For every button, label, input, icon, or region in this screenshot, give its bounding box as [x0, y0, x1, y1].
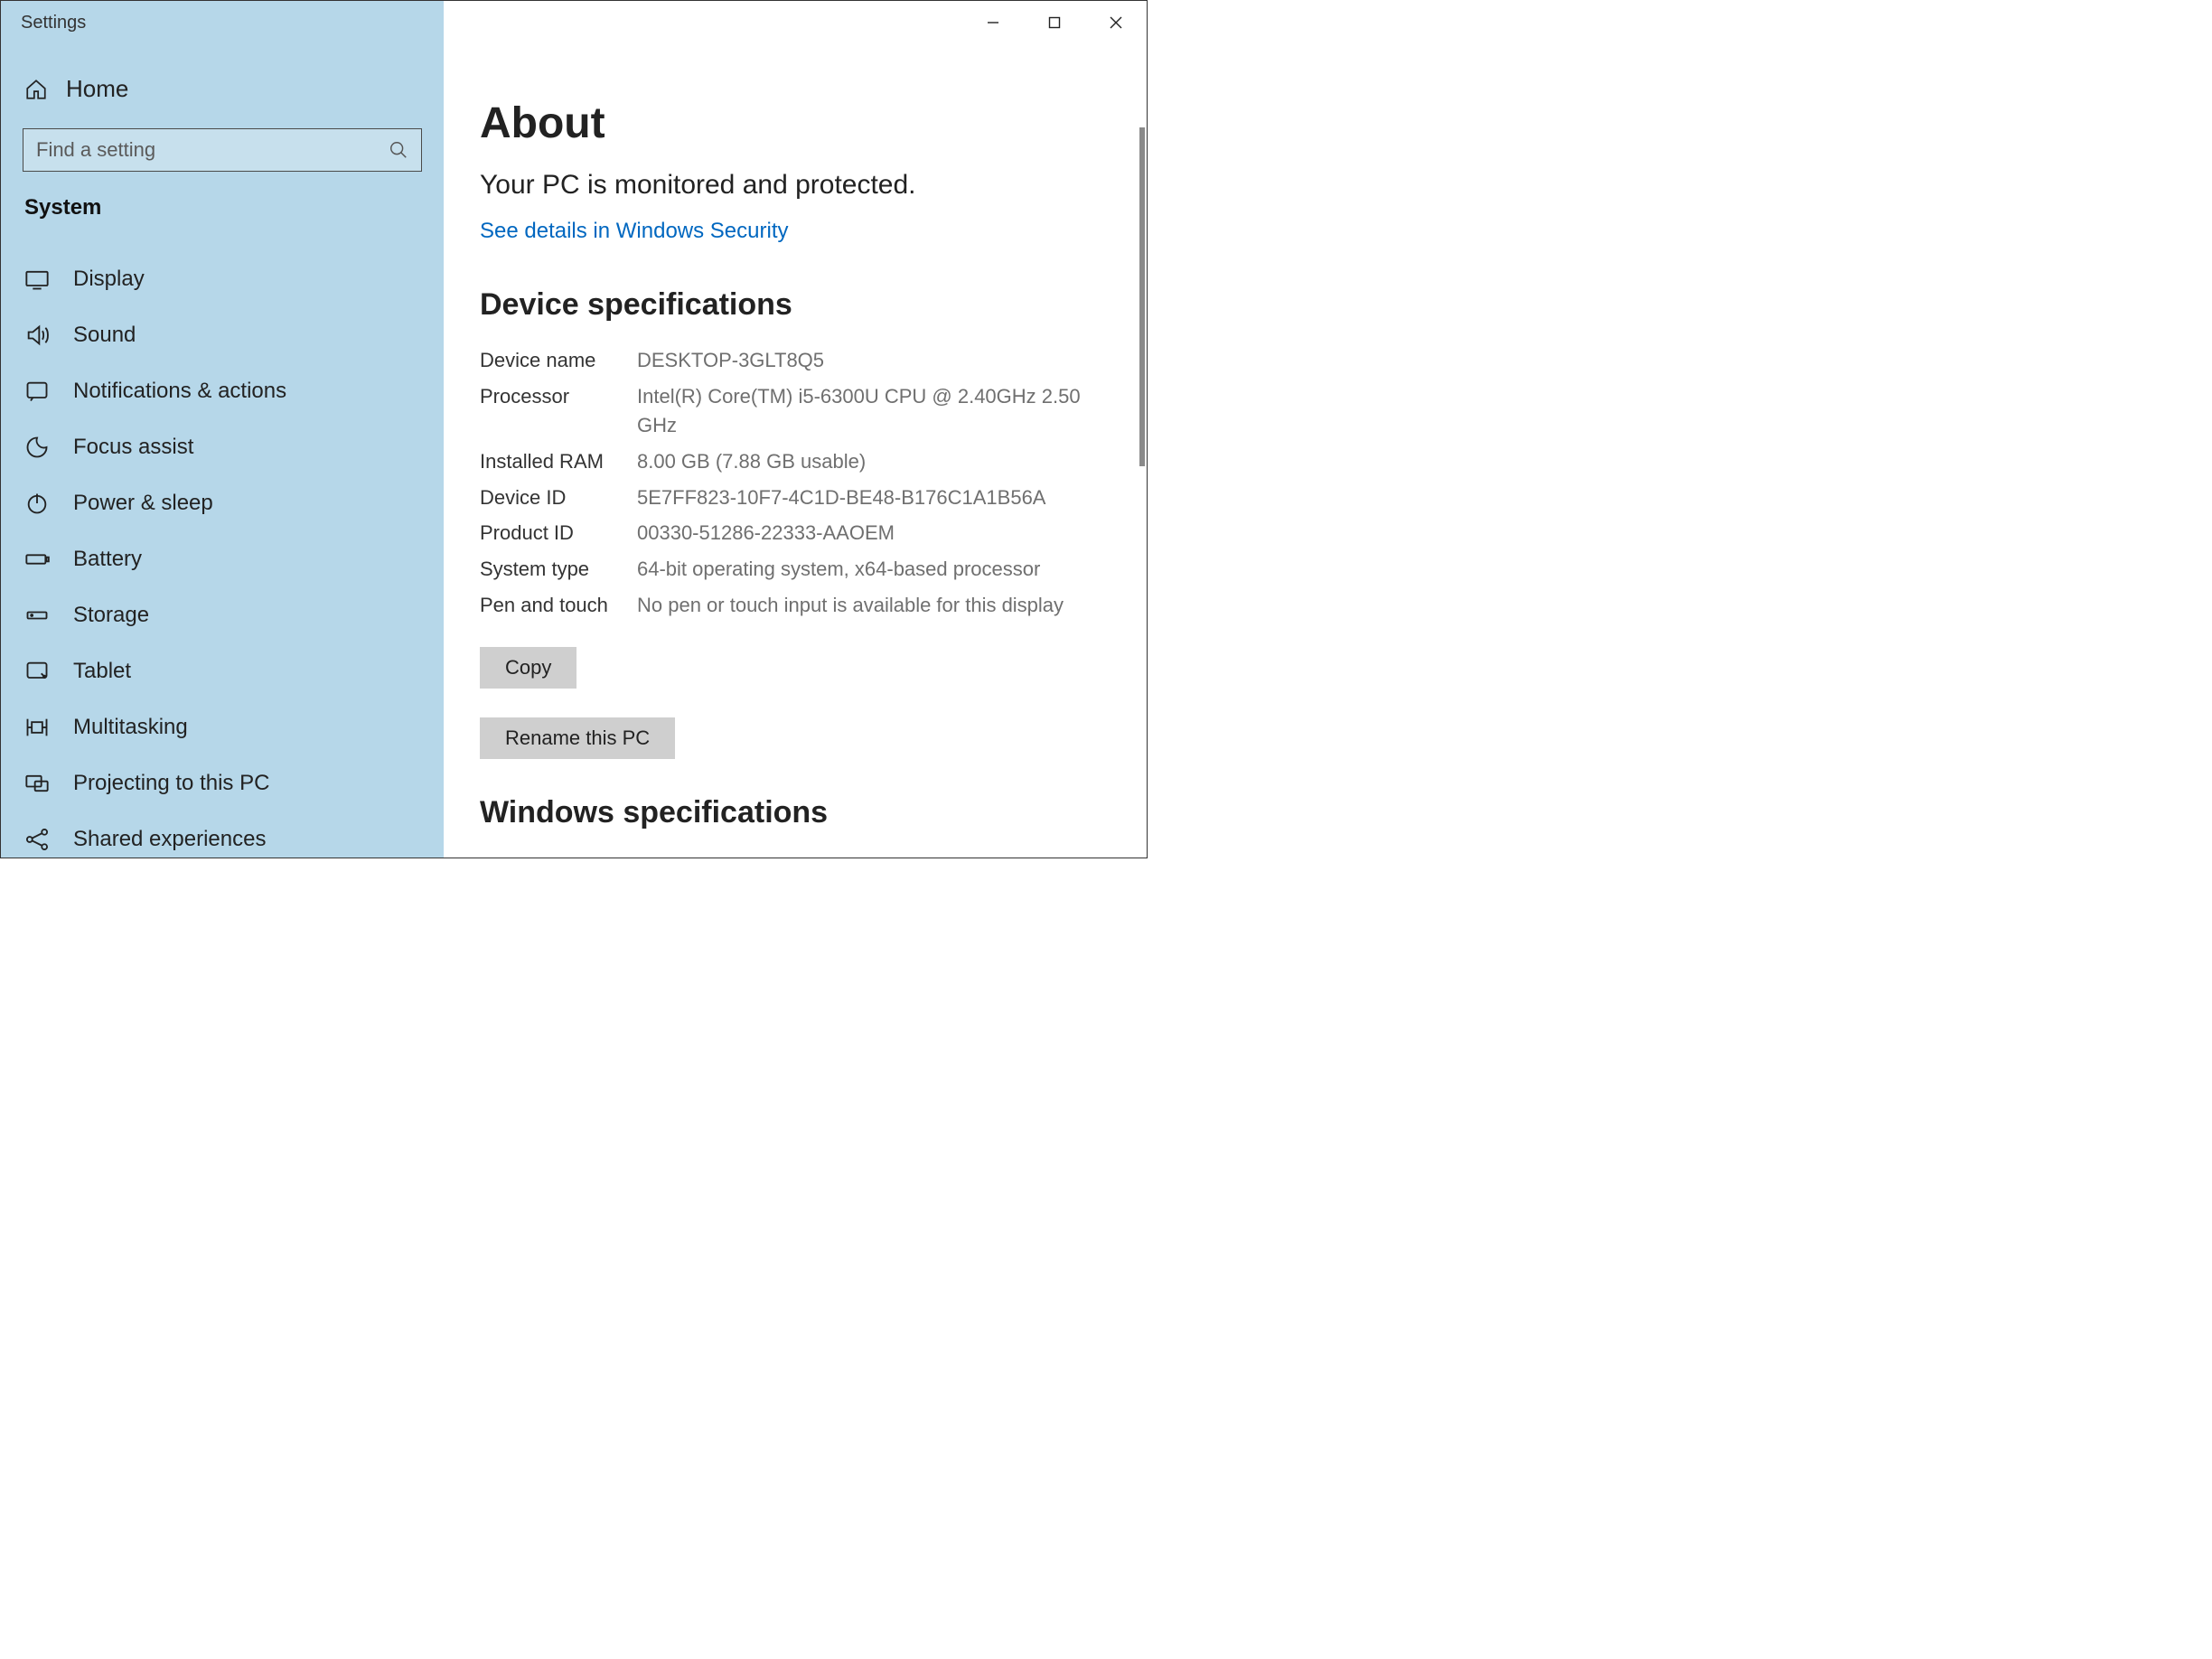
spec-label: Device name	[480, 346, 637, 375]
sidebar-item-display[interactable]: Display	[1, 251, 444, 307]
sidebar-item-label: Display	[73, 267, 145, 292]
titlebar-right-region	[444, 1, 1147, 44]
windows-security-link[interactable]: See details in Windows Security	[480, 219, 1111, 244]
spec-value: DESKTOP-3GLT8Q5	[637, 346, 1111, 375]
sidebar-item-multitasking[interactable]: Multitasking	[1, 699, 444, 755]
spec-row-product-id: Product ID 00330-51286-22333-AAOEM	[480, 515, 1111, 551]
spec-value: 64-bit operating system, x64-based proce…	[637, 555, 1111, 584]
sidebar-item-home[interactable]: Home	[1, 44, 444, 128]
spec-value: 8.00 GB (7.88 GB usable)	[637, 447, 1111, 476]
search-icon	[389, 140, 408, 160]
sidebar-item-label: Notifications & actions	[73, 379, 286, 404]
shared-icon	[24, 827, 50, 852]
sidebar-item-label: Multitasking	[73, 715, 188, 740]
search-box[interactable]	[23, 128, 422, 172]
sidebar: Settings Home System Display Sound	[1, 1, 444, 858]
minimize-button[interactable]	[962, 3, 1024, 42]
sidebar-item-label: Shared experiences	[73, 827, 266, 852]
battery-icon	[24, 547, 50, 572]
notifications-icon	[24, 379, 50, 404]
device-spec-table: Device name DESKTOP-3GLT8Q5 Processor In…	[480, 342, 1111, 623]
tablet-icon	[24, 659, 50, 684]
copy-button[interactable]: Copy	[480, 647, 576, 689]
sidebar-item-storage[interactable]: Storage	[1, 587, 444, 643]
spec-value: 00330-51286-22333-AAOEM	[637, 519, 1111, 548]
sidebar-home-label: Home	[66, 75, 128, 103]
sound-icon	[24, 323, 50, 348]
sidebar-category: System	[1, 195, 444, 224]
windows-spec-heading: Windows specifications	[480, 795, 1111, 830]
window-title: Settings	[1, 13, 86, 33]
power-icon	[24, 491, 50, 516]
spec-value: 5E7FF823-10F7-4C1D-BE48-B176C1A1B56A	[637, 483, 1111, 512]
sidebar-item-label: Battery	[73, 547, 142, 572]
sidebar-item-battery[interactable]: Battery	[1, 531, 444, 587]
protection-status-heading: Your PC is monitored and protected.	[480, 170, 1111, 201]
spec-label: Processor	[480, 382, 637, 440]
focus-assist-icon	[24, 435, 50, 460]
page-title: About	[480, 98, 1111, 148]
sidebar-nav-list: Display Sound Notifications & actions Fo…	[1, 224, 444, 858]
sidebar-item-label: Projecting to this PC	[73, 771, 269, 796]
projecting-icon	[24, 771, 50, 796]
sidebar-item-power-sleep[interactable]: Power & sleep	[1, 475, 444, 531]
spec-row-system-type: System type 64-bit operating system, x64…	[480, 551, 1111, 587]
scrollbar-thumb[interactable]	[1139, 127, 1145, 466]
sidebar-item-label: Tablet	[73, 659, 131, 684]
rename-pc-button[interactable]: Rename this PC	[480, 717, 675, 759]
sidebar-item-sound[interactable]: Sound	[1, 307, 444, 363]
spec-label: Product ID	[480, 519, 637, 548]
spec-row-edition: Edition Windows 10 Pro	[480, 850, 1111, 858]
spec-row-device-id: Device ID 5E7FF823-10F7-4C1D-BE48-B176C1…	[480, 480, 1111, 516]
spec-row-processor: Processor Intel(R) Core(TM) i5-6300U CPU…	[480, 379, 1111, 444]
spec-label: Device ID	[480, 483, 637, 512]
sidebar-item-focus-assist[interactable]: Focus assist	[1, 419, 444, 475]
spec-value: No pen or touch input is available for t…	[637, 591, 1111, 620]
spec-value: Windows 10 Pro	[637, 854, 1111, 858]
sidebar-item-label: Focus assist	[73, 435, 193, 460]
close-button[interactable]	[1085, 3, 1147, 42]
sidebar-item-label: Storage	[73, 603, 149, 628]
storage-icon	[24, 603, 50, 628]
sidebar-item-tablet[interactable]: Tablet	[1, 643, 444, 699]
windows-spec-table: Edition Windows 10 Pro Version 22H2 Inst…	[480, 850, 1111, 858]
sidebar-item-label: Power & sleep	[73, 491, 213, 516]
sidebar-item-notifications[interactable]: Notifications & actions	[1, 363, 444, 419]
multitasking-icon	[24, 715, 50, 740]
sidebar-item-label: Sound	[73, 323, 136, 348]
search-input[interactable]	[36, 138, 389, 162]
spec-label: System type	[480, 555, 637, 584]
sidebar-item-shared-experiences[interactable]: Shared experiences	[1, 811, 444, 858]
display-icon	[24, 267, 50, 292]
maximize-button[interactable]	[1024, 3, 1085, 42]
spec-label: Installed RAM	[480, 447, 637, 476]
device-spec-heading: Device specifications	[480, 287, 1111, 323]
spec-label: Pen and touch	[480, 591, 637, 620]
home-icon	[24, 78, 48, 101]
content-area: About Your PC is monitored and protected…	[444, 1, 1147, 858]
spec-row-pen-touch: Pen and touch No pen or touch input is a…	[480, 587, 1111, 623]
titlebar-left: Settings	[1, 1, 444, 44]
sidebar-item-projecting[interactable]: Projecting to this PC	[1, 755, 444, 811]
spec-label: Edition	[480, 854, 637, 858]
spec-value: Intel(R) Core(TM) i5-6300U CPU @ 2.40GHz…	[637, 382, 1111, 440]
spec-row-ram: Installed RAM 8.00 GB (7.88 GB usable)	[480, 444, 1111, 480]
spec-row-device-name: Device name DESKTOP-3GLT8Q5	[480, 342, 1111, 379]
